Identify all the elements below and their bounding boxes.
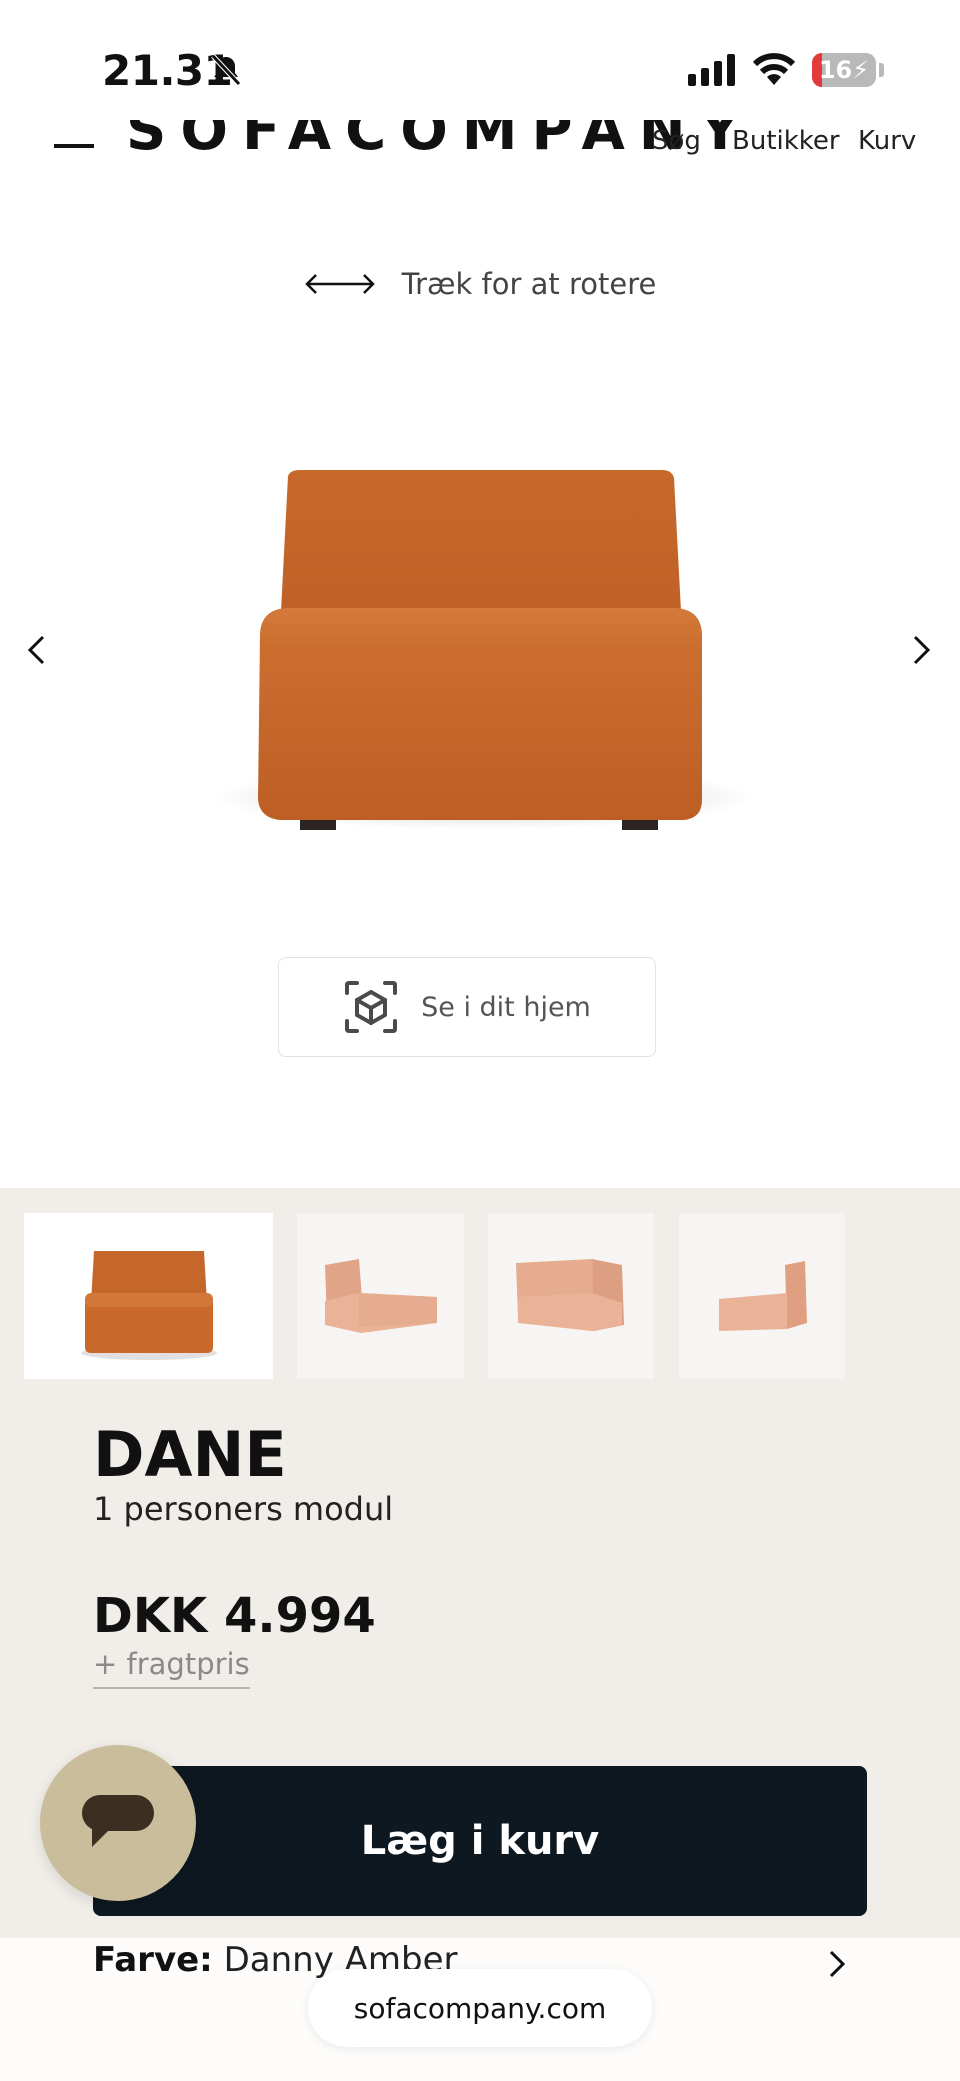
double-arrow-icon: [304, 274, 375, 294]
battery-level: 16⚡: [818, 56, 870, 84]
nav-cart-link[interactable]: Kurv: [858, 126, 916, 156]
view-in-home-button[interactable]: Se i dit hjem: [278, 957, 656, 1057]
chevron-left-icon: [27, 635, 45, 665]
thumbnail-angle-left-image: [325, 1259, 437, 1333]
bell-slash-icon: [211, 54, 241, 86]
sofa-image: [213, 470, 753, 830]
status-bar: 21.31 16⚡: [0, 0, 960, 120]
view-in-home-label: Se i dit hjem: [421, 991, 591, 1023]
add-to-cart-button[interactable]: Læg i kurv: [93, 1766, 867, 1916]
rotate-hint: Træk for at rotere: [0, 262, 960, 306]
next-arrow-button[interactable]: [902, 630, 942, 670]
nav-search-link[interactable]: Søg: [652, 126, 701, 156]
previous-arrow-button[interactable]: [16, 630, 56, 670]
chat-bubble-icon: [82, 1795, 154, 1847]
nav-stores-link[interactable]: Butikker: [732, 126, 840, 156]
browser-url-bar[interactable]: sofacompany.com: [308, 1969, 652, 2047]
thumbnail-angle-left[interactable]: [297, 1213, 464, 1379]
browser-url: sofacompany.com: [353, 1991, 607, 2025]
product-name: DANE: [93, 1418, 287, 1491]
product-price: DKK 4.994: [93, 1588, 376, 1644]
thumbnail-front[interactable]: [24, 1213, 273, 1379]
ar-cube-icon: [345, 981, 398, 1033]
color-label: Farve:: [93, 1940, 213, 1980]
chevron-right-icon: [829, 1950, 846, 1978]
thumbnail-side[interactable]: [679, 1213, 845, 1379]
thumbnail-angle-right-image: [516, 1259, 624, 1331]
thumbnail-angle-right[interactable]: [488, 1213, 654, 1379]
thumbnail-side-image: [719, 1261, 807, 1331]
product-3d-viewer[interactable]: [200, 440, 760, 860]
wifi-icon: [752, 53, 796, 85]
battery-icon: 16⚡: [812, 53, 876, 87]
thumbnail-front-image: [81, 1251, 217, 1360]
freight-price-link[interactable]: + fragtpris: [93, 1647, 250, 1689]
rotate-hint-text: Træk for at rotere: [401, 267, 657, 301]
product-subtitle: 1 personers modul: [93, 1490, 394, 1528]
chat-button[interactable]: [40, 1745, 196, 1901]
menu-icon[interactable]: [54, 144, 94, 148]
battery-percent: 16: [818, 56, 853, 84]
battery-cap: [879, 63, 884, 77]
signal-icon: [688, 54, 735, 86]
chevron-right-icon: [913, 635, 931, 665]
site-header: SOFACOMPANY Søg Butikker Kurv: [0, 120, 960, 160]
